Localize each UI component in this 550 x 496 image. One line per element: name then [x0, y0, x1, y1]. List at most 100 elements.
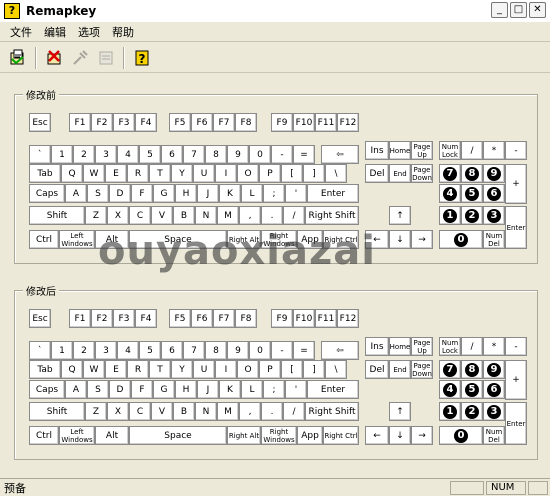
before-key-row2-12[interactable]: \: [325, 164, 347, 183]
after-key-row3-3[interactable]: F: [131, 380, 153, 399]
before-key-pagedown[interactable]: Page Down: [411, 164, 433, 183]
after-key-row1-0[interactable]: `: [29, 341, 51, 360]
after-key-row4-3[interactable]: V: [151, 402, 173, 421]
after-key-win-right[interactable]: Right Windows: [261, 426, 297, 445]
before-key-f11[interactable]: F11: [315, 113, 337, 132]
after-key-f8[interactable]: F8: [235, 309, 257, 328]
before-key-row4-8[interactable]: .: [261, 206, 283, 225]
before-key-num-7[interactable]: 7: [439, 164, 461, 183]
before-key-row1-3[interactable]: 3: [95, 145, 117, 164]
menu-edit[interactable]: 编辑: [38, 24, 72, 40]
before-key-row4-7[interactable]: ,: [239, 206, 261, 225]
after-key-num-2[interactable]: 2: [461, 402, 483, 421]
before-key-row3-7[interactable]: K: [219, 184, 241, 203]
before-key-num-del[interactable]: Num Del: [483, 230, 505, 249]
before-key-right[interactable]: →: [411, 230, 433, 249]
before-key-f1[interactable]: F1: [69, 113, 91, 132]
after-key-num-5[interactable]: 5: [461, 380, 483, 399]
after-key-row1-8[interactable]: 8: [205, 341, 227, 360]
before-key-del[interactable]: Del: [365, 164, 389, 183]
after-key-row4-2[interactable]: C: [129, 402, 151, 421]
before-key-row1-4[interactable]: 4: [117, 145, 139, 164]
before-key-f7[interactable]: F7: [213, 113, 235, 132]
before-key-row3-0[interactable]: A: [65, 184, 87, 203]
delete-icon[interactable]: [42, 46, 66, 70]
after-key-f12[interactable]: F12: [337, 309, 359, 328]
before-key-f10[interactable]: F10: [293, 113, 315, 132]
close-button[interactable]: ✕: [529, 2, 546, 18]
menu-file[interactable]: 文件: [4, 24, 38, 40]
before-key-alt-left[interactable]: Alt: [95, 230, 129, 249]
after-key-row4-0[interactable]: Z: [85, 402, 107, 421]
after-key-row4-7[interactable]: ,: [239, 402, 261, 421]
after-key-row4-4[interactable]: B: [173, 402, 195, 421]
before-key-row4-9[interactable]: /: [283, 206, 305, 225]
before-key-num-8[interactable]: 8: [461, 164, 483, 183]
tools-icon[interactable]: [68, 46, 92, 70]
after-key-row2-8[interactable]: O: [237, 360, 259, 379]
maximize-button[interactable]: □: [510, 2, 527, 18]
after-key-num-enter[interactable]: Enter: [505, 402, 527, 445]
after-key-row2-7[interactable]: I: [215, 360, 237, 379]
after-key-app[interactable]: App: [297, 426, 323, 445]
before-key-ins[interactable]: Ins: [365, 141, 389, 160]
after-key-row2-2[interactable]: E: [105, 360, 127, 379]
before-key-row3-1[interactable]: S: [87, 184, 109, 203]
after-key-shift-left[interactable]: Shift: [29, 402, 85, 421]
after-key-caps[interactable]: Caps: [29, 380, 65, 399]
before-key-row4-3[interactable]: V: [151, 206, 173, 225]
after-key-f4[interactable]: F4: [135, 309, 157, 328]
after-key-row3-10[interactable]: ': [285, 380, 307, 399]
before-key-f6[interactable]: F6: [191, 113, 213, 132]
before-key-num-0[interactable]: 0: [439, 230, 483, 249]
after-key-alt-right[interactable]: Right Alt: [227, 426, 261, 445]
after-key-win-left[interactable]: Left Windows: [59, 426, 95, 445]
before-key-num-5[interactable]: 5: [461, 184, 483, 203]
before-key-numlock[interactable]: Num Lock: [439, 141, 461, 160]
after-key-row2-3[interactable]: R: [127, 360, 149, 379]
before-key-row4-4[interactable]: B: [173, 206, 195, 225]
before-key-row3-9[interactable]: ;: [263, 184, 285, 203]
before-key-shift-right[interactable]: Right Shift: [305, 206, 359, 225]
before-key-row2-2[interactable]: E: [105, 164, 127, 183]
before-key-row4-0[interactable]: Z: [85, 206, 107, 225]
before-key-num-plus[interactable]: +: [505, 164, 527, 204]
before-key-row1-5[interactable]: 5: [139, 145, 161, 164]
before-key-backspace[interactable]: ⇦: [321, 145, 359, 164]
before-key-num-minus[interactable]: -: [505, 141, 527, 160]
before-key-caps[interactable]: Caps: [29, 184, 65, 203]
after-key-del[interactable]: Del: [365, 360, 389, 379]
after-key-ins[interactable]: Ins: [365, 337, 389, 356]
before-key-f8[interactable]: F8: [235, 113, 257, 132]
before-key-num-divide[interactable]: /: [461, 141, 483, 160]
after-key-pagedown[interactable]: Page Down: [411, 360, 433, 379]
before-key-row3-4[interactable]: G: [153, 184, 175, 203]
after-key-row1-4[interactable]: 4: [117, 341, 139, 360]
after-key-home[interactable]: Home: [389, 337, 411, 356]
after-key-f6[interactable]: F6: [191, 309, 213, 328]
after-key-num-7[interactable]: 7: [439, 360, 461, 379]
before-key-row3-10[interactable]: ': [285, 184, 307, 203]
after-key-row1-3[interactable]: 3: [95, 341, 117, 360]
after-key-f1[interactable]: F1: [69, 309, 91, 328]
before-key-row4-5[interactable]: N: [195, 206, 217, 225]
after-key-numlock[interactable]: Num Lock: [439, 337, 461, 356]
after-key-row1-7[interactable]: 7: [183, 341, 205, 360]
after-key-tab[interactable]: Tab: [29, 360, 61, 379]
after-key-f10[interactable]: F10: [293, 309, 315, 328]
after-key-row1-1[interactable]: 1: [51, 341, 73, 360]
after-key-row4-9[interactable]: /: [283, 402, 305, 421]
before-key-row4-1[interactable]: X: [107, 206, 129, 225]
before-key-esc[interactable]: Esc: [29, 113, 51, 132]
after-key-f7[interactable]: F7: [213, 309, 235, 328]
after-key-row1-6[interactable]: 6: [161, 341, 183, 360]
after-key-esc[interactable]: Esc: [29, 309, 51, 328]
after-key-num-8[interactable]: 8: [461, 360, 483, 379]
after-key-row3-4[interactable]: G: [153, 380, 175, 399]
before-key-num-9[interactable]: 9: [483, 164, 505, 183]
after-key-pageup[interactable]: Page Up: [411, 337, 433, 356]
after-key-row2-1[interactable]: W: [83, 360, 105, 379]
before-key-row3-6[interactable]: J: [197, 184, 219, 203]
before-key-row4-2[interactable]: C: [129, 206, 151, 225]
before-key-row2-8[interactable]: O: [237, 164, 259, 183]
